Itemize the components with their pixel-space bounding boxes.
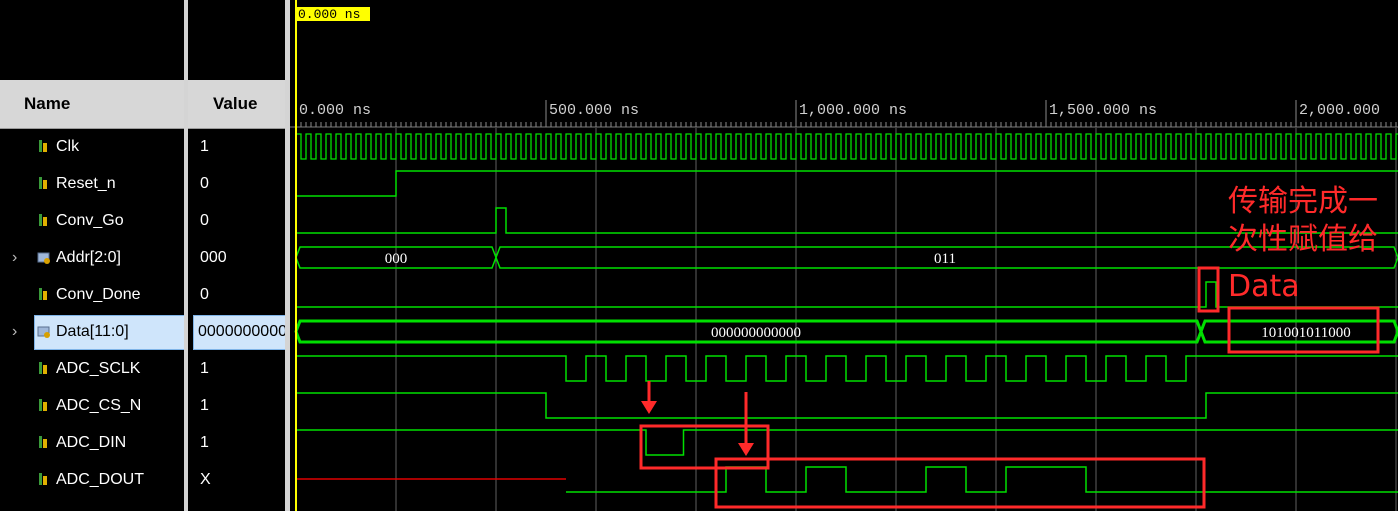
- signal-name: Conv_Go: [56, 212, 124, 229]
- signal-row-addr[interactable]: › Addr[2:0]: [0, 239, 184, 276]
- signal-value-conv-go[interactable]: 0: [188, 202, 285, 239]
- value-column-header[interactable]: Value: [188, 80, 285, 129]
- signal-name: Data[11:0]: [56, 323, 129, 340]
- data-bus-value: 101001011000: [1261, 325, 1350, 341]
- data-bus-value: 000000000000: [711, 325, 801, 341]
- signal-name: ADC_CS_N: [56, 397, 142, 414]
- signal-name: ADC_DOUT: [56, 471, 145, 488]
- signal-row-adc-dout[interactable]: ADC_DOUT: [0, 461, 184, 498]
- signal-value-text: 0: [200, 175, 209, 192]
- signal-value-text: X: [200, 471, 211, 488]
- signal-value-text: 1: [200, 397, 209, 414]
- waveform-viewer: Name Clk Reset_n Conv_Go › Addr[2:0] Conv_Don…: [0, 0, 1398, 511]
- signal-name: Addr[2:0]: [56, 249, 121, 266]
- signal-value-text: 1: [200, 434, 209, 451]
- signal-value-conv-done[interactable]: 0: [188, 276, 285, 313]
- signal-value-clk[interactable]: 1: [188, 128, 285, 165]
- signal-row-reset-n[interactable]: Reset_n: [0, 165, 184, 202]
- signal-value-adc-cs-n[interactable]: 1: [188, 387, 285, 424]
- signal-name: Clk: [56, 138, 80, 155]
- signal-value-adc-dout[interactable]: X: [188, 461, 285, 498]
- name-header-label: Name: [24, 94, 71, 113]
- signal-value-addr[interactable]: 000: [188, 239, 285, 276]
- signal-value-adc-sclk[interactable]: 1: [188, 350, 285, 387]
- wire-icon: [39, 288, 47, 300]
- wire-icon: [39, 473, 47, 485]
- time-tick-label: 1,500.000 ns: [1049, 102, 1157, 119]
- wire-icon: [39, 140, 47, 152]
- signal-name: Conv_Done: [56, 286, 141, 303]
- wire-icon: [39, 399, 47, 411]
- signal-value-text: 000000000000: [198, 323, 285, 340]
- addr-bus-value: 011: [934, 251, 956, 267]
- wire-icon: [39, 177, 47, 189]
- cursor-time-label: 0.000 ns: [298, 7, 360, 22]
- value-header-label: Value: [213, 94, 258, 113]
- signal-row-adc-sclk[interactable]: ADC_SCLK: [0, 350, 184, 387]
- signal-value-data[interactable]: 000000000000: [188, 313, 285, 350]
- signal-value-text: 000: [200, 249, 227, 266]
- annotation-text: Data: [1228, 269, 1300, 304]
- signal-name-panel: Name Clk Reset_n Conv_Go › Addr[2:0] Conv_Don…: [0, 0, 186, 511]
- time-tick-label: 500.000 ns: [549, 102, 639, 119]
- signal-value-text: 0: [200, 286, 209, 303]
- name-column-header[interactable]: Name: [0, 80, 184, 129]
- signal-row-clk[interactable]: Clk: [0, 128, 184, 165]
- signal-value-text: 1: [200, 360, 209, 377]
- time-tick-label: 0.000 ns: [299, 102, 371, 119]
- signal-value-adc-din[interactable]: 1: [188, 424, 285, 461]
- wire-icon: [39, 362, 47, 374]
- signal-row-data[interactable]: › Data[11:0]: [0, 313, 186, 350]
- signal-value-reset-n[interactable]: 0: [188, 165, 285, 202]
- signal-name: Reset_n: [56, 175, 116, 192]
- annotation-text: 传输完成一: [1228, 184, 1378, 219]
- signal-row-conv-go[interactable]: Conv_Go: [0, 202, 184, 239]
- expand-chevron-icon[interactable]: ›: [12, 313, 17, 350]
- wire-icon: [39, 436, 47, 448]
- signal-name: ADC_DIN: [56, 434, 127, 451]
- signal-name: ADC_SCLK: [56, 360, 141, 377]
- signal-row-adc-din[interactable]: ADC_DIN: [0, 424, 184, 461]
- signal-row-adc-cs-n[interactable]: ADC_CS_N: [0, 387, 184, 424]
- expand-chevron-icon[interactable]: ›: [12, 239, 17, 276]
- time-tick-label: 2,000.000: [1299, 102, 1380, 119]
- bus-icon: [37, 252, 50, 264]
- annotation-text: 次性赋值给: [1228, 222, 1378, 257]
- addr-bus-value: 000: [385, 251, 408, 267]
- bus-icon: [37, 326, 50, 338]
- signal-value-text: 1: [200, 138, 209, 155]
- signal-row-conv-done[interactable]: Conv_Done: [0, 276, 184, 313]
- waveform-area[interactable]: 0.000 ns 500.000 ns 1,000.000 ns 1,500.000 …: [290, 0, 1398, 511]
- wire-icon: [39, 214, 47, 226]
- signal-value-text: 0: [200, 212, 209, 229]
- time-tick-label: 1,000.000 ns: [799, 102, 907, 119]
